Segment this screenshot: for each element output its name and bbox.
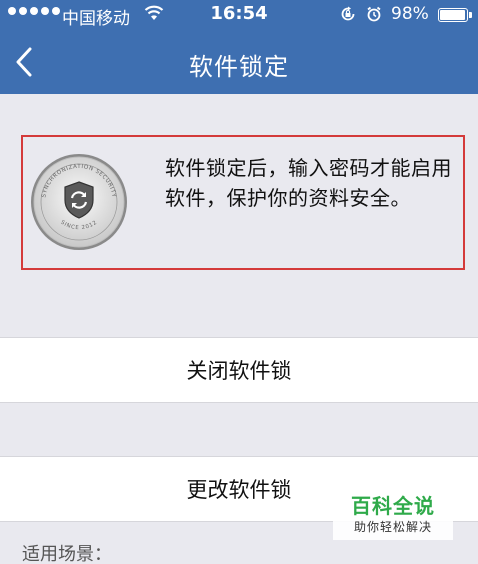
watermark-logo: 百科全说 助你轻松解决 bbox=[333, 486, 453, 540]
page-title: 软件锁定 bbox=[189, 53, 289, 81]
watermark-subtitle: 助你轻松解决 bbox=[353, 520, 432, 534]
navigation-bar: 软件锁定 bbox=[0, 30, 478, 94]
scene-section-label: 适用场景： bbox=[22, 544, 112, 564]
status-bar: 中国移动 16:54 98% bbox=[0, 0, 478, 30]
watermark-title: 百科全说 bbox=[351, 494, 435, 518]
close-lock-label: 关闭软件锁 bbox=[186, 359, 292, 383]
lock-info-card: SYNCHRONIZATION SECURITY SINCE 2012 软件锁定… bbox=[21, 135, 465, 270]
battery-percent: 98% bbox=[391, 4, 429, 24]
close-lock-button[interactable]: 关闭软件锁 bbox=[0, 337, 478, 403]
change-lock-label: 更改软件锁 bbox=[186, 478, 292, 502]
rotation-lock-icon bbox=[341, 6, 355, 21]
battery-icon bbox=[438, 8, 472, 22]
lock-description: 软件锁定后，输入密码才能启用软件，保护你的资料安全。 bbox=[165, 156, 452, 210]
alarm-icon bbox=[367, 6, 381, 22]
security-badge-icon: SYNCHRONIZATION SECURITY SINCE 2012 bbox=[31, 154, 127, 250]
